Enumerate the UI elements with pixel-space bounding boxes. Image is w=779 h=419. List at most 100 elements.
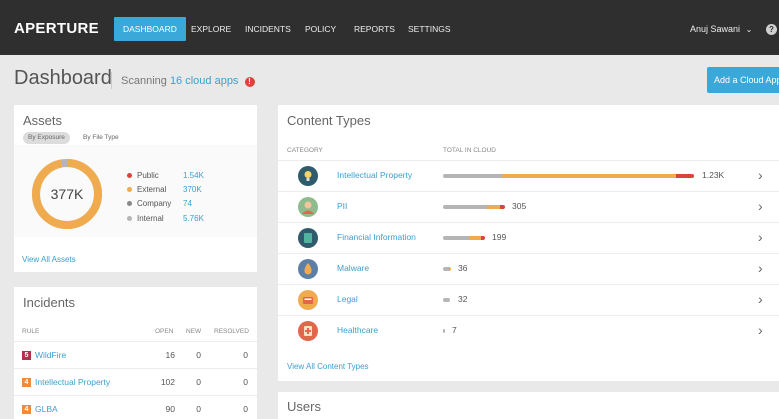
scanning-prefix: Scanning (121, 75, 167, 87)
users-title: Users (287, 399, 321, 414)
total-value: 305 (512, 201, 527, 211)
rule-link[interactable]: WildFire (35, 350, 66, 360)
aperture-logo[interactable]: APERTURE (14, 20, 99, 37)
money-icon (298, 228, 318, 248)
content-type-link[interactable]: PII (337, 201, 347, 211)
total-value: 199 (492, 232, 507, 242)
nav-dashboard[interactable]: DASHBOARD (114, 17, 186, 41)
medical-glyph (304, 326, 312, 336)
list-item[interactable]: Legal 32 › (278, 284, 779, 315)
header-new: NEW (186, 328, 202, 335)
chevron-right-icon[interactable]: › (758, 167, 763, 183)
view-all-assets-link[interactable]: View All Assets (22, 255, 76, 264)
nav-explore[interactable]: EXPLORE (191, 17, 231, 41)
flame-icon (298, 259, 318, 279)
header-divider (111, 72, 112, 89)
incidents-title: Incidents (23, 295, 76, 310)
list-item[interactable]: PII 305 › (278, 191, 779, 222)
total-value: 1.23K (702, 170, 725, 180)
list-item[interactable]: Healthcare 7 › (278, 315, 779, 346)
flame-glyph (304, 263, 312, 275)
legend-label: Company (137, 199, 172, 208)
total-value: 36 (458, 263, 468, 273)
severity-badge: 5 (22, 351, 31, 360)
header-category: CATEGORY (287, 147, 323, 154)
assets-total: 377K (50, 186, 84, 202)
lightbulb-glyph (304, 171, 312, 181)
table-row[interactable]: 4 GLBA 90 0 0 (14, 395, 257, 419)
legend-label: External (137, 185, 167, 194)
add-cloud-app-button[interactable]: Add a Cloud App (707, 67, 779, 93)
legend-dot-public (127, 173, 132, 178)
chevron-down-icon: ⌄ (745, 25, 753, 34)
assets-donut-chart: 377K (31, 158, 103, 230)
cloud-apps-link[interactable]: 16 cloud apps (170, 75, 239, 87)
legend-value[interactable]: 74 (183, 198, 192, 210)
person-icon (298, 197, 318, 217)
document-icon (298, 290, 318, 310)
toggle-by-file-type[interactable]: By File Type (78, 132, 124, 144)
assets-card: Assets By Exposure By File Type 377K Pub… (14, 105, 257, 272)
severity-badge: 4 (22, 378, 31, 387)
top-navigation-bar: APERTURE DASHBOARD EXPLORE INCIDENTS POL… (0, 0, 779, 55)
user-menu[interactable]: Anuj Sawani ⌄ (690, 17, 752, 42)
help-icon[interactable]: ? (766, 24, 777, 35)
assets-title: Assets (23, 113, 63, 128)
header-open: OPEN (155, 328, 174, 335)
resolved-count: 0 (243, 404, 248, 414)
total-value: 32 (458, 294, 468, 304)
total-bar (443, 329, 445, 333)
total-bar (443, 267, 451, 271)
legend-value[interactable]: 1.54K (183, 170, 204, 182)
nav-policy[interactable]: POLICY (305, 17, 336, 41)
content-type-link[interactable]: Healthcare (337, 325, 378, 335)
table-row[interactable]: 5 WildFire 16 0 0 (14, 341, 257, 368)
chevron-right-icon[interactable]: › (758, 260, 763, 276)
list-item[interactable]: Intellectual Property 1.23K › (278, 160, 779, 191)
person-glyph (302, 201, 314, 214)
chevron-right-icon[interactable]: › (758, 322, 763, 338)
content-type-link[interactable]: Legal (337, 294, 358, 304)
nav-settings[interactable]: SETTINGS (408, 17, 451, 41)
chevron-right-icon[interactable]: › (758, 291, 763, 307)
nav-incidents[interactable]: INCIDENTS (245, 17, 291, 41)
legend-value[interactable]: 370K (183, 184, 202, 196)
header-total-in-cloud: TOTAL IN CLOUD (443, 147, 496, 154)
legend-dot-internal (127, 216, 132, 221)
total-bar (443, 174, 694, 178)
legend-label: Public (137, 171, 159, 180)
header-resolved: RESOLVED (214, 328, 249, 335)
legend-dot-external (127, 187, 132, 192)
chevron-right-icon[interactable]: › (758, 229, 763, 245)
toggle-by-exposure[interactable]: By Exposure (23, 132, 70, 144)
content-type-link[interactable]: Intellectual Property (337, 170, 412, 180)
medical-icon (298, 321, 318, 341)
content-types-card: Content Types CATEGORY TOTAL IN CLOUD In… (278, 105, 779, 381)
assets-chart-area: 377K Public 1.54K External 370K Company … (14, 145, 257, 237)
rule-link[interactable]: Intellectual Property (35, 377, 110, 387)
list-item[interactable]: Financial Information 199 › (278, 222, 779, 253)
rule-link[interactable]: GLBA (35, 404, 58, 414)
new-count: 0 (196, 350, 201, 360)
view-all-content-types-link[interactable]: View All Content Types (287, 362, 369, 371)
legend-value[interactable]: 5.76K (183, 213, 204, 225)
user-name: Anuj Sawani (690, 24, 741, 34)
page-title: Dashboard (14, 67, 112, 89)
list-item[interactable]: Malware 36 › (278, 253, 779, 284)
nav-reports[interactable]: REPORTS (354, 17, 395, 41)
money-glyph (304, 233, 312, 243)
severity-badge: 4 (22, 405, 31, 414)
content-type-link[interactable]: Malware (337, 263, 369, 273)
total-value: 7 (452, 325, 457, 335)
new-count: 0 (196, 377, 201, 387)
total-bar (443, 236, 485, 240)
table-row[interactable]: 4 Intellectual Property 102 0 0 (14, 368, 257, 395)
warning-icon[interactable]: ! (244, 77, 255, 87)
chevron-right-icon[interactable]: › (758, 198, 763, 214)
content-type-link[interactable]: Financial Information (337, 232, 416, 242)
lightbulb-icon (298, 166, 318, 186)
document-glyph (303, 297, 313, 304)
total-bar (443, 298, 450, 302)
resolved-count: 0 (243, 350, 248, 360)
total-bar (443, 205, 505, 209)
